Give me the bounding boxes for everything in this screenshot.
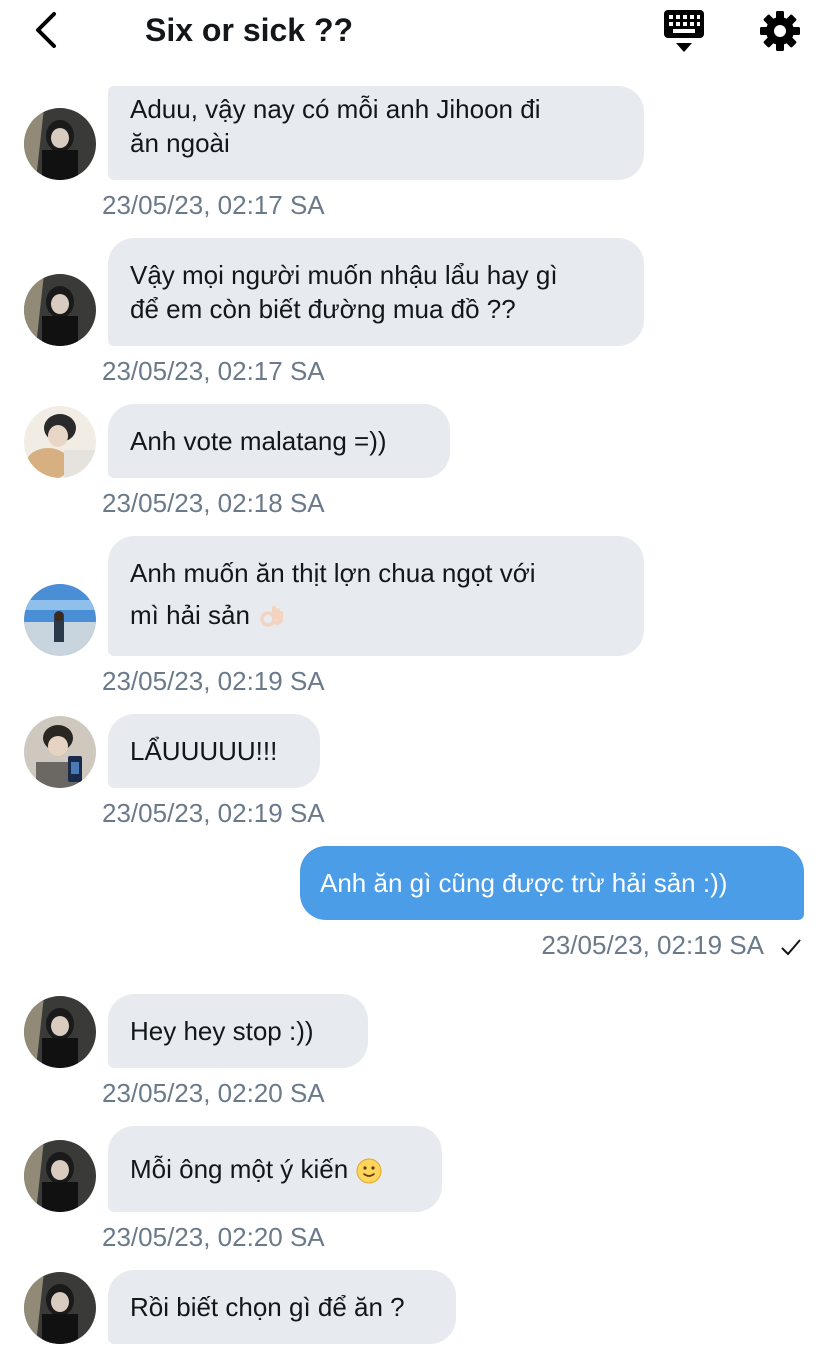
- message-timestamp: 23/05/23, 02:17 SA: [102, 190, 325, 220]
- message-bubble[interactable]: Mỗi ông một ý kiến: [108, 1126, 442, 1212]
- user-avatar-icon: [24, 108, 96, 180]
- message-timestamp: 23/05/23, 02:20 SA: [102, 1222, 325, 1252]
- avatar[interactable]: [24, 996, 96, 1068]
- checkmark-icon: [781, 939, 801, 956]
- message-timestamp: 23/05/23, 02:19 SA: [541, 930, 764, 960]
- message-text: Aduu, vậy nay có mỗi anh Jihoon đi: [130, 94, 541, 124]
- avatar[interactable]: [24, 716, 96, 788]
- avatar[interactable]: [24, 1272, 96, 1344]
- message-bubble[interactable]: Anh vote malatang =)): [108, 404, 450, 478]
- user-avatar-icon: [24, 1140, 96, 1212]
- message-text: Anh ăn gì cũng được trừ hải sản :)): [320, 868, 728, 898]
- message-text: Anh muốn ăn thịt lợn chua ngọt với: [130, 558, 536, 588]
- chat-screen: Six or sick ?? Aduu, vậy nay có mỗi anh …: [0, 0, 828, 1355]
- chevron-left-icon: [36, 12, 56, 48]
- message-bubble[interactable]: LẨUUUUU!!!: [108, 714, 320, 788]
- message-text: Rồi biết chọn gì để ăn ?: [130, 1292, 405, 1322]
- user-avatar-icon: [24, 716, 96, 788]
- message-text: Hey hey stop :)): [130, 1016, 314, 1046]
- message-timestamp: 23/05/23, 02:19 SA: [102, 666, 325, 696]
- message-text: mì hải sản: [130, 600, 250, 630]
- message-timestamp: 23/05/23, 02:19 SA: [102, 798, 325, 828]
- settings-button[interactable]: [757, 8, 803, 54]
- avatar[interactable]: [24, 274, 96, 346]
- avatar[interactable]: [24, 406, 96, 478]
- back-button[interactable]: [28, 10, 68, 50]
- avatar[interactable]: [24, 584, 96, 656]
- message-text: LẨUUUUU!!!: [130, 736, 278, 766]
- message-timestamp: 23/05/23, 02:17 SA: [102, 356, 325, 386]
- message-text: ăn ngoài: [130, 128, 230, 158]
- keyboard-icon: [664, 10, 704, 52]
- message-timestamp: 23/05/23, 02:20 SA: [102, 1078, 325, 1108]
- avatar[interactable]: [24, 108, 96, 180]
- slight-smile-icon: [356, 1158, 382, 1184]
- message-text: Vậy mọi người muốn nhậu lẩu hay gì: [130, 260, 558, 290]
- message-text: để em còn biết đường mua đồ ??: [130, 294, 516, 324]
- message-bubble[interactable]: Aduu, vậy nay có mỗi anh Jihoon đi ăn ng…: [108, 86, 644, 180]
- message-text: Mỗi ông một ý kiến: [130, 1154, 349, 1184]
- avatar[interactable]: [24, 1140, 96, 1212]
- chat-title: Six or sick ??: [145, 12, 354, 48]
- sent-message-bubble[interactable]: Anh ăn gì cũng được trừ hải sản :)): [300, 846, 804, 920]
- user-avatar-icon: [24, 1272, 96, 1344]
- chat-header: Six or sick ??: [0, 0, 828, 62]
- ok-hand-icon: [260, 606, 284, 627]
- message-bubble[interactable]: Rồi biết chọn gì để ăn ?: [108, 1270, 456, 1344]
- keyboard-button[interactable]: [660, 8, 708, 54]
- user-avatar-icon: [24, 406, 96, 478]
- gear-icon: [760, 11, 800, 51]
- message-bubble[interactable]: Hey hey stop :)): [108, 994, 368, 1068]
- message-bubble[interactable]: Anh muốn ăn thịt lợn chua ngọt với mì hả…: [108, 536, 644, 656]
- user-avatar-icon: [24, 584, 96, 656]
- message-text: Anh vote malatang =)): [130, 426, 387, 456]
- user-avatar-icon: [24, 274, 96, 346]
- message-bubble[interactable]: Vậy mọi người muốn nhậu lẩu hay gì để em…: [108, 238, 644, 346]
- user-avatar-icon: [24, 996, 96, 1068]
- message-timestamp: 23/05/23, 02:18 SA: [102, 488, 325, 518]
